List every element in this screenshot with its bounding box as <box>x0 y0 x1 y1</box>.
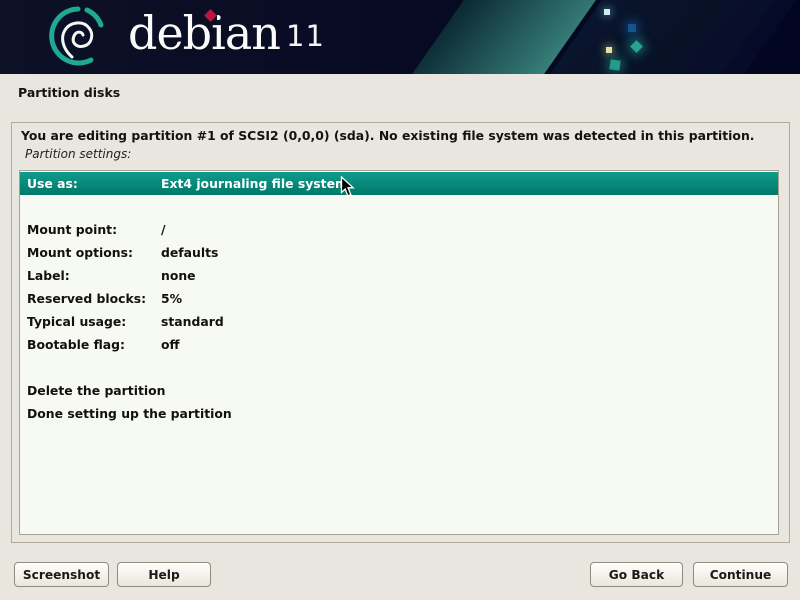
row-value: Ext4 journaling file system <box>161 176 778 191</box>
go-back-button[interactable]: Go Back <box>590 562 683 587</box>
setting-row-use-as[interactable]: Use as: Ext4 journaling file system <box>20 172 778 195</box>
settings-label: Partition settings: <box>25 147 131 161</box>
row-value: 5% <box>161 291 778 306</box>
row-label: Reserved blocks: <box>20 291 161 306</box>
partition-dialog-frame: You are editing partition #1 of SCSI2 (0… <box>11 122 790 543</box>
setting-row-reserved-blocks[interactable]: Reserved blocks: 5% <box>20 287 778 310</box>
row-label: Mount point: <box>20 222 161 237</box>
page-title: Partition disks <box>18 85 120 100</box>
row-spacer <box>20 195 778 218</box>
row-label: Mount options: <box>20 245 161 260</box>
banner-sparkle-square <box>609 59 620 70</box>
setting-row-label[interactable]: Label: none <box>20 264 778 287</box>
row-value: standard <box>161 314 778 329</box>
row-label: Label: <box>20 268 161 283</box>
question-text: You are editing partition #1 of SCSI2 (0… <box>21 128 754 143</box>
brand-version: 11 <box>286 19 325 53</box>
setting-row-bootable-flag[interactable]: Bootable flag: off <box>20 333 778 356</box>
setting-row-mount-options[interactable]: Mount options: defaults <box>20 241 778 264</box>
setting-row-typical-usage[interactable]: Typical usage: standard <box>20 310 778 333</box>
screenshot-button[interactable]: Screenshot <box>14 562 109 587</box>
installer-banner: debian 11 <box>0 0 800 74</box>
help-button[interactable]: Help <box>117 562 211 587</box>
partition-settings-list: Use as: Ext4 journaling file system Moun… <box>19 170 779 535</box>
row-spacer <box>20 356 778 379</box>
row-value: off <box>161 337 778 352</box>
banner-sparkle-square <box>628 24 636 32</box>
action-row-delete-partition[interactable]: Delete the partition <box>20 379 778 402</box>
banner-sparkle-square <box>606 47 612 53</box>
row-label: Delete the partition <box>20 383 165 398</box>
row-label: Typical usage: <box>20 314 161 329</box>
row-label: Use as: <box>20 176 161 191</box>
row-label: Done setting up the partition <box>20 406 232 421</box>
row-value: none <box>161 268 778 283</box>
row-value: / <box>161 222 778 237</box>
row-value: defaults <box>161 245 778 260</box>
setting-row-mount-point[interactable]: Mount point: / <box>20 218 778 241</box>
row-label: Bootable flag: <box>20 337 161 352</box>
mouse-cursor-icon <box>340 176 355 198</box>
action-row-done-partition[interactable]: Done setting up the partition <box>20 402 778 425</box>
continue-button[interactable]: Continue <box>693 562 788 587</box>
banner-sparkle-square <box>604 9 610 15</box>
debian-swirl-icon <box>46 3 110 71</box>
